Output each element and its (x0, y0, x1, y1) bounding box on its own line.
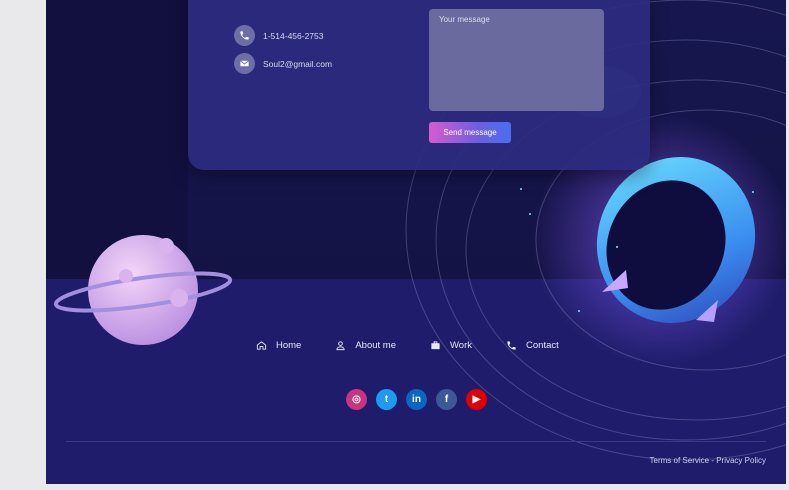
nav-item-work[interactable]: Work (430, 340, 472, 351)
mail-icon (234, 53, 255, 74)
youtube-icon[interactable]: ▶ (466, 389, 487, 410)
home-icon (256, 341, 267, 350)
terms-link[interactable]: Terms of Service (650, 456, 710, 465)
star-decoration (752, 191, 754, 193)
nav-item-contact[interactable]: Contact (506, 340, 559, 351)
message-input[interactable] (429, 9, 604, 111)
phone-icon (507, 341, 516, 350)
nav-label-work: Work (450, 340, 473, 351)
instagram-icon[interactable]: ◎ (346, 389, 367, 410)
star-decoration (616, 246, 618, 248)
nav-label-home: Home (276, 340, 302, 351)
nav-label-contact: Contact (526, 340, 559, 351)
star-decoration (578, 310, 580, 312)
social-links: ◎ t in f ▶ (346, 389, 487, 410)
contact-card: 1-514-456-2753 Soul2@gmail.com Send mess… (188, 0, 650, 170)
phone-icon (234, 25, 255, 46)
nav-item-home[interactable]: Home (256, 340, 301, 351)
star-decoration (529, 213, 531, 215)
user-icon (336, 341, 345, 351)
legal-links: Terms of Service - Privacy Policy (650, 456, 766, 465)
star-decoration (520, 188, 522, 190)
send-message-button[interactable]: Send message (429, 122, 511, 143)
briefcase-icon (431, 341, 440, 350)
privacy-link[interactable]: Privacy Policy (716, 456, 766, 465)
email-address: Soul2@gmail.com (263, 58, 333, 69)
linkedin-icon[interactable]: in (406, 389, 427, 410)
nav-label-about: About me (355, 340, 397, 351)
footer-divider (66, 441, 766, 442)
page-viewport: 1-514-456-2753 Soul2@gmail.com Send mess… (46, 0, 786, 484)
phone-row: 1-514-456-2753 (234, 25, 324, 46)
footer-nav: Home About me Work Contact (256, 340, 593, 351)
email-row: Soul2@gmail.com (234, 53, 332, 74)
nav-item-about[interactable]: About me (335, 340, 396, 351)
phone-number: 1-514-456-2753 (263, 30, 324, 41)
twitter-icon[interactable]: t (376, 389, 397, 410)
facebook-icon[interactable]: f (436, 389, 457, 410)
